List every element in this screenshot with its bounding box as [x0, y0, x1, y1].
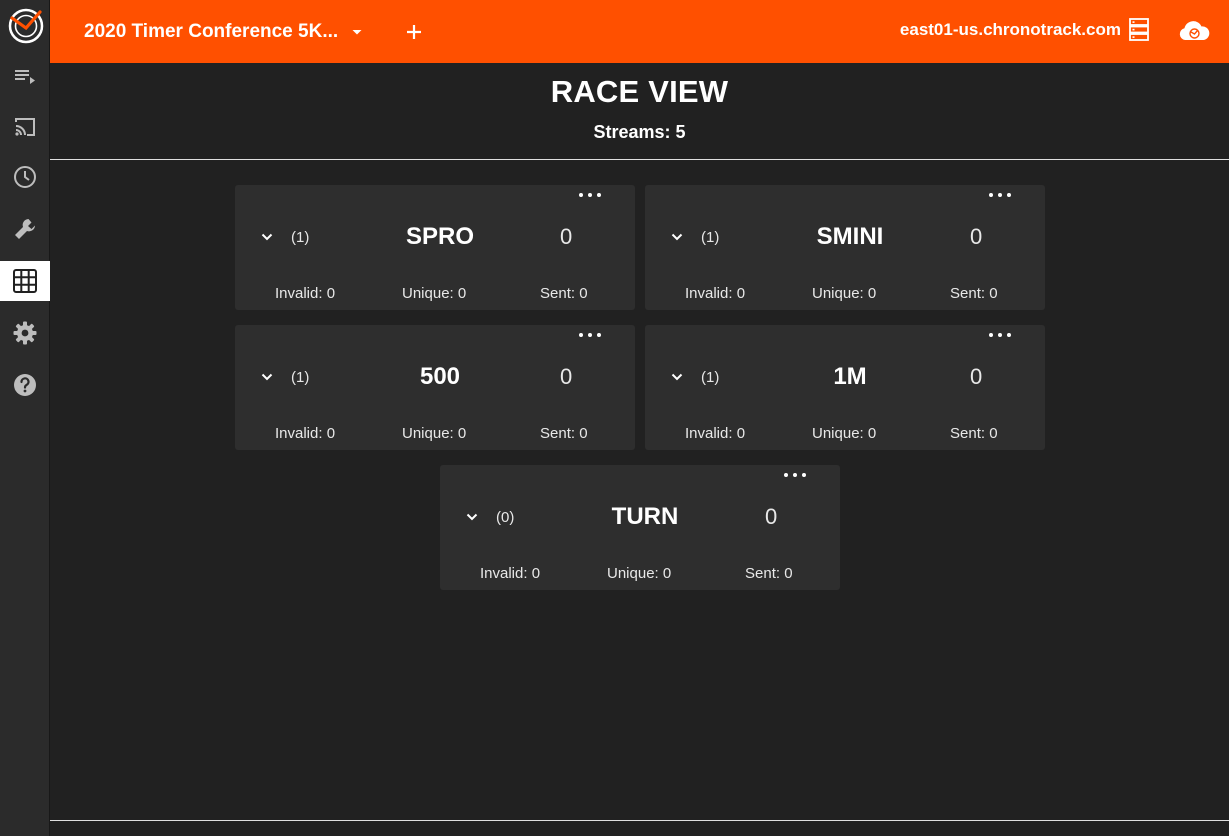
stream-card: (1) 500 0 Invalid: 0 Unique: 0 Sent: 0	[235, 325, 635, 450]
stream-total: 0	[560, 224, 573, 249]
chevron-down-icon[interactable]	[464, 509, 480, 525]
more-icon[interactable]	[987, 187, 1013, 201]
chevron-down-icon[interactable]	[669, 229, 685, 245]
stream-invalid: Invalid: 0	[480, 565, 541, 582]
more-icon[interactable]	[577, 327, 603, 341]
stream-name: TURN	[611, 503, 679, 530]
stream-total: 0	[560, 364, 573, 389]
stream-sent: Sent: 0	[540, 285, 588, 302]
chevron-down-icon[interactable]	[259, 229, 275, 245]
stream-card: (1) SMINI 0 Invalid: 0 Unique: 0 Sent: 0	[645, 185, 1045, 310]
stream-device-count: (1)	[701, 369, 720, 386]
stream-sent: Sent: 0	[745, 565, 793, 582]
nav-item-history[interactable]	[0, 157, 50, 197]
stream-unique: Unique: 0	[812, 425, 877, 442]
nav-item-help[interactable]	[0, 365, 50, 405]
stream-sent: Sent: 0	[950, 425, 998, 442]
chevron-down-icon[interactable]	[259, 369, 275, 385]
streams-count: Streams: 5	[593, 122, 686, 142]
stream-total: 0	[765, 504, 778, 529]
stream-device-count: (1)	[701, 229, 720, 246]
race-title: 2020 Timer Conference 5K...	[84, 21, 339, 42]
nav-item-settings[interactable]	[0, 313, 50, 353]
help-icon	[14, 374, 36, 396]
caret-down-icon	[352, 30, 362, 35]
stream-sent: Sent: 0	[540, 425, 588, 442]
cast-icon	[15, 118, 35, 136]
playlist-icon	[15, 70, 35, 84]
nav-item-tools[interactable]	[0, 209, 50, 249]
stream-card: (1) SPRO 0 Invalid: 0 Unique: 0 Sent: 0	[235, 185, 635, 310]
stream-invalid: Invalid: 0	[275, 425, 336, 442]
stream-name: SPRO	[405, 223, 474, 250]
stream-total: 0	[970, 224, 983, 249]
grid-icon	[13, 269, 37, 293]
stream-unique: Unique: 0	[607, 565, 672, 582]
stream-invalid: Invalid: 0	[685, 285, 746, 302]
sidebar	[0, 0, 50, 836]
cloud-icon[interactable]	[1177, 18, 1211, 44]
stream-card: (0) TURN 0 Invalid: 0 Unique: 0 Sent: 0	[440, 465, 840, 590]
clock-icon	[14, 166, 36, 188]
more-icon[interactable]	[987, 327, 1013, 341]
stream-sent: Sent: 0	[950, 285, 998, 302]
page-title: RACE VIEW	[550, 74, 729, 109]
stream-unique: Unique: 0	[812, 285, 877, 302]
footer-divider	[50, 820, 1229, 821]
stream-unique: Unique: 0	[402, 425, 467, 442]
more-icon[interactable]	[577, 187, 603, 201]
nav-item-playlist[interactable]	[0, 56, 50, 96]
wrench-icon	[15, 219, 35, 239]
top-bar: 2020 Timer Conference 5K... east01-us.ch…	[50, 0, 1229, 63]
more-icon[interactable]	[782, 467, 808, 481]
server-icon[interactable]	[1128, 17, 1150, 41]
add-icon[interactable]	[402, 20, 426, 44]
nav-item-race-view[interactable]	[0, 261, 50, 301]
stream-device-count: (1)	[291, 229, 310, 246]
stream-invalid: Invalid: 0	[275, 285, 336, 302]
stream-card: (1) 1M 0 Invalid: 0 Unique: 0 Sent: 0	[645, 325, 1045, 450]
stream-unique: Unique: 0	[402, 285, 467, 302]
stream-invalid: Invalid: 0	[685, 425, 746, 442]
gear-icon	[13, 321, 37, 345]
stream-device-count: (1)	[291, 369, 310, 386]
race-selector[interactable]: 2020 Timer Conference 5K...	[84, 18, 364, 46]
stream-device-count: (0)	[496, 509, 515, 526]
nav-item-cast[interactable]	[0, 107, 50, 147]
logo[interactable]	[7, 6, 45, 46]
stream-name: SMINI	[816, 223, 884, 250]
stream-total: 0	[970, 364, 983, 389]
header-divider	[50, 159, 1229, 160]
stream-name: 500	[419, 363, 461, 390]
chevron-down-icon[interactable]	[669, 369, 685, 385]
server-host: east01-us.chronotrack.com	[899, 20, 1121, 39]
stream-name: 1M	[833, 363, 867, 390]
